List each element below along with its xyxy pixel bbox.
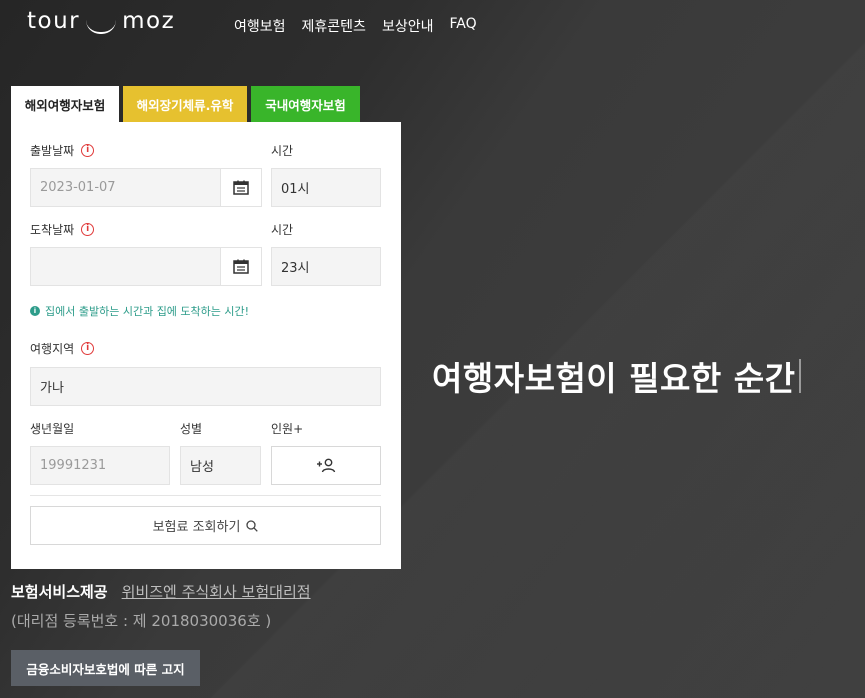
nav-travel-insurance[interactable]: 여행보험 [234,16,286,36]
info-icon[interactable]: i [81,342,95,355]
departure-calendar-button[interactable] [220,168,262,207]
departure-time-label: 시간 [271,144,294,158]
logo-smile-icon [86,20,117,34]
add-person-button[interactable] [271,446,381,485]
typing-cursor [799,359,802,393]
nav-partner-content[interactable]: 제휴콘텐츠 [302,16,366,36]
arrival-time-label: 시간 [271,223,294,237]
info-circle-icon: i [30,306,40,316]
provider-link[interactable]: 위비즈엔 주식회사 보험대리점 [122,581,311,602]
premium-search-label: 보험료 조회하기 [152,520,241,535]
gender-select[interactable]: 남성 [180,446,261,485]
arrival-label: 도착날짜 i [30,221,95,238]
calendar-icon [233,259,249,274]
search-icon [246,519,259,532]
tab-longstay-study[interactable]: 해외장기체류.유학 [123,86,247,122]
main-nav: 여행보험 제휴콘텐츠 보상안내 FAQ [234,16,477,36]
provider-info: 보험서비스제공 위비즈엔 주식회사 보험대리점 [11,581,311,602]
region-select[interactable]: 가나 [30,367,381,406]
time-notice-text: 집에서 출발하는 시간과 집에 도착하는 시간! [45,305,250,318]
arrival-calendar-button[interactable] [220,247,262,286]
info-icon[interactable]: i [81,144,95,157]
region-label-text: 여행지역 [30,342,75,356]
logo-text-left: tour [27,8,81,34]
arrival-date-input[interactable] [30,247,221,286]
gender-label: 성별 [180,422,203,436]
people-label: 인원+ [271,422,304,436]
nav-faq[interactable]: FAQ [449,16,476,36]
insurance-tabs: 해외여행자보험 해외장기체류.유학 국내여행자보험 [11,86,364,122]
region-label: 여행지역 i [30,340,95,357]
arrival-label-text: 도착날짜 [30,223,75,237]
insurance-form: 출발날짜 i 시간 2023-01-07 01시 도착날짜 i 시간 23시 i… [11,122,401,569]
tab-overseas-travel[interactable]: 해외여행자보험 [11,86,119,122]
info-icon[interactable]: i [81,223,95,236]
consumer-protection-notice-button[interactable]: 금융소비자보호법에 따른 고지 [11,650,200,686]
header: tour moz 여행보험 제휴콘텐츠 보상안내 FAQ [0,0,865,50]
provider-label: 보험서비스제공 [11,583,108,601]
hero-headline: 여행자보험이 필요한 순간 [432,352,802,400]
logo-text-right: moz [122,8,176,34]
tab-domestic-travel[interactable]: 국내여행자보험 [251,86,360,122]
registration-number: (대리점 등록번호 : 제 2018030036호 ) [11,612,272,630]
arrival-time-select[interactable]: 23시 [271,247,381,286]
departure-time-select[interactable]: 01시 [271,168,381,207]
divider [30,495,381,496]
birth-label: 생년월일 [30,422,75,436]
departure-label: 출발날짜 i [30,142,95,159]
logo[interactable]: tour moz [27,8,175,34]
time-notice: i 집에서 출발하는 시간과 집에 도착하는 시간! [30,303,249,319]
departure-date-input[interactable]: 2023-01-07 [30,168,221,207]
premium-search-button[interactable]: 보험료 조회하기 [30,506,381,545]
departure-label-text: 출발날짜 [30,144,75,158]
hero-headline-text: 여행자보험이 필요한 순간 [432,359,796,398]
birth-date-input[interactable]: 19991231 [30,446,170,485]
add-user-icon [317,458,336,473]
nav-claims-guide[interactable]: 보상안내 [382,16,434,36]
calendar-icon [233,180,249,195]
